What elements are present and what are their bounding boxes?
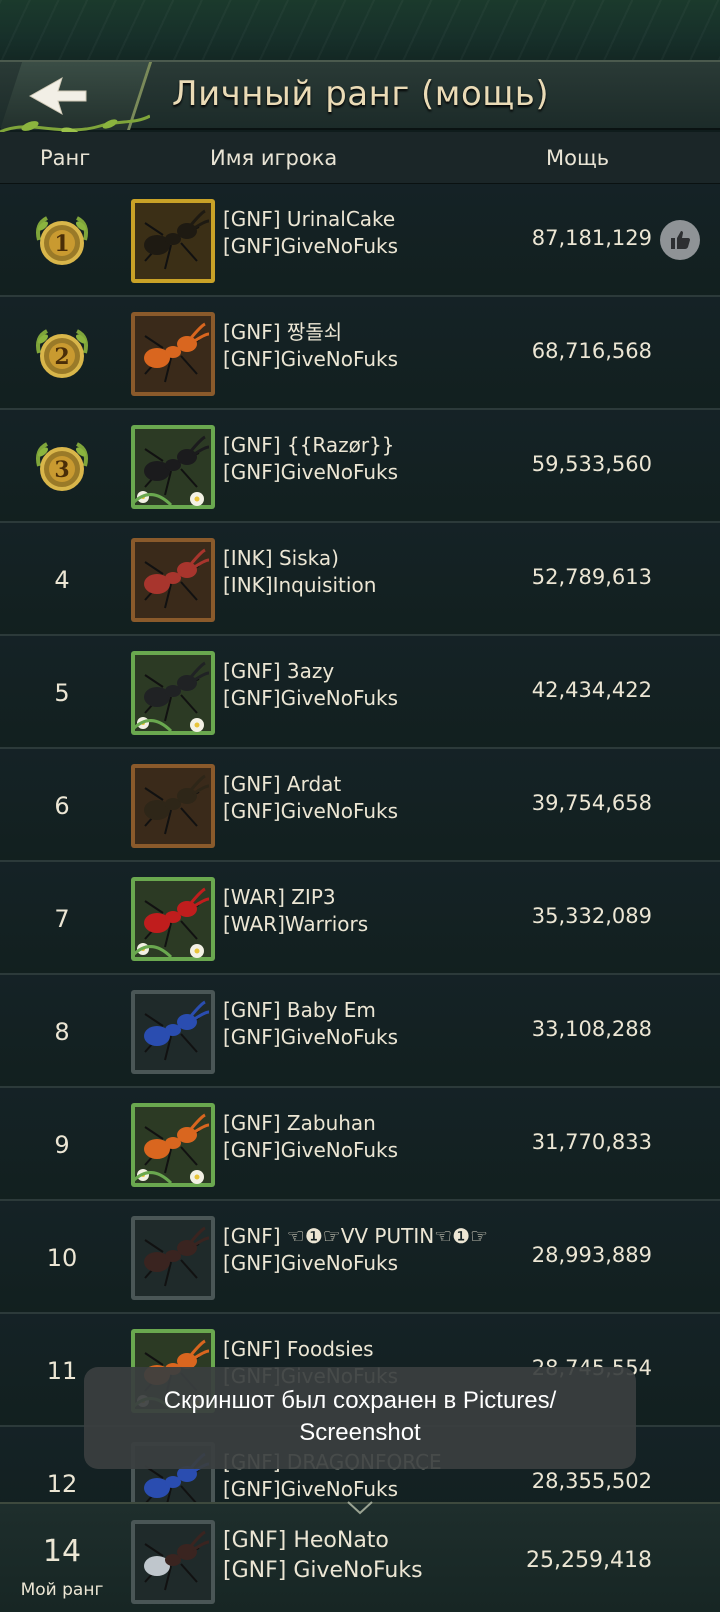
player-avatar[interactable] [131,1216,215,1300]
my-rank-number: 14 [42,1534,82,1569]
svg-text:2: 2 [54,344,69,370]
column-rank: Ранг [40,146,91,170]
player-avatar[interactable] [131,425,215,509]
power-value: 87,181,129 [531,226,652,250]
svg-text:3: 3 [54,457,69,483]
table-row[interactable]: 7 [WAR] ZIP3 [WAR]Warriors 35,332,089 [0,862,720,975]
power-value: 28,993,889 [531,1243,652,1267]
screenshot-toast: Скриншот был сохранен в Pictures/ Screen… [84,1367,636,1469]
alliance-name: [GNF]GiveNoFuks [223,347,399,371]
player-avatar[interactable] [131,538,215,622]
alliance-name: [GNF]GiveNoFuks [223,1025,399,1049]
table-row[interactable]: 8 [GNF] Baby Em [GNF]GiveNoFuks 33,108,288 [0,975,720,1088]
page-title: Личный ранг (мощь) [172,74,550,114]
my-power-value: 25,259,418 [526,1548,652,1573]
table-row[interactable]: 6 [GNF] Ardat [GNF]GiveNoFuks 39,754,658 [0,749,720,862]
rank-number: 7 [54,904,70,933]
column-power: Мощь [546,146,610,170]
my-rank-label: Мой ранг [20,1580,104,1600]
rank-number: 9 [54,1130,70,1159]
alliance-name: [WAR]Warriors [223,912,369,936]
player-info: [GNF] 3azy [GNF]GiveNoFuks [223,658,398,712]
chevron-down-icon [347,1501,373,1515]
power-value: 39,754,658 [531,791,652,815]
table-row[interactable]: 2 [GNF] 짱돌쇠 [GNF]GiveNoFuks 68,716,568 [0,297,720,410]
column-player: Имя игрока [210,146,338,170]
player-name: [GNF] ☜❶☞VV PUTIN☜❶☞ [223,1224,488,1248]
rank-medal-icon: 1 [0,184,124,297]
power-value: 59,533,560 [531,452,652,476]
table-row[interactable]: 3 [GNF] {{Razør}} [GNF]GiveNoFuks 59,533,56… [0,410,720,523]
alliance-name: [INK]Inquisition [223,573,377,597]
player-name: [GNF] UrinalCake [223,207,396,231]
my-player-info: [GNF] HeoNato [GNF] GiveNoFuks [223,1526,423,1586]
alliance-name: [GNF]GiveNoFuks [223,1477,399,1501]
rank-number: 10 [46,1243,78,1272]
alliance-name: [GNF]GiveNoFuks [223,460,399,484]
power-value: 31,770,833 [531,1130,652,1154]
player-name: [GNF] 짱돌쇠 [223,320,343,344]
player-info: [GNF] ☜❶☞VV PUTIN☜❶☞ [GNF]GiveNoFuks [223,1223,488,1277]
thumbs-up-icon[interactable] [660,220,700,260]
rank-medal-icon: 2 [0,297,124,410]
player-info: [GNF] UrinalCake [GNF]GiveNoFuks [223,206,398,260]
svg-text:1: 1 [54,231,69,257]
power-value: 33,108,288 [531,1017,652,1041]
player-info: [GNF] Baby Em [GNF]GiveNoFuks [223,997,398,1051]
ranking-list[interactable]: 1 [GNF] UrinalCake [GNF]GiveNoFuks 87,181,1… [0,184,720,1540]
player-info: [WAR] ZIP3 [WAR]Warriors [223,884,368,938]
toast-line-2: Screenshot [299,1419,421,1446]
player-info: [GNF] Zabuhan [GNF]GiveNoFuks [223,1110,398,1164]
power-value: 52,789,613 [531,565,652,589]
player-info: [GNF] {{Razør}} [GNF]GiveNoFuks [223,432,398,486]
player-name: [GNF] Ardat [223,772,342,796]
power-value: 68,716,568 [531,339,652,363]
my-player-name: [GNF] HeoNato [223,1528,389,1553]
rank-number: 6 [54,791,70,820]
rank-number: 5 [54,678,70,707]
power-value: 42,434,422 [531,678,652,702]
player-name: [GNF] Foodsies [223,1337,374,1361]
table-row[interactable]: 9 [GNF] Zabuhan [GNF]GiveNoFuks 31,770,833 [0,1088,720,1201]
player-avatar[interactable] [131,1103,215,1187]
player-avatar[interactable] [131,877,215,961]
player-name: [WAR] ZIP3 [223,885,336,909]
alliance-name: [GNF]GiveNoFuks [223,1251,399,1275]
player-info: [GNF] 짱돌쇠 [GNF]GiveNoFuks [223,319,398,373]
my-alliance-name: [GNF] GiveNoFuks [223,1558,423,1583]
player-name: [GNF] 3azy [223,659,335,683]
my-avatar[interactable] [131,1520,215,1604]
alliance-name: [GNF]GiveNoFuks [223,1138,399,1162]
player-info: [GNF] Ardat [GNF]GiveNoFuks [223,771,398,825]
header-bar: Личный ранг (мощь) [0,60,720,137]
power-value: 35,332,089 [531,904,652,928]
player-avatar[interactable] [131,312,215,396]
table-row[interactable]: 1 [GNF] UrinalCake [GNF]GiveNoFuks 87,181,1… [0,184,720,297]
player-name: [GNF] Baby Em [223,998,376,1022]
alliance-name: [GNF]GiveNoFuks [223,234,399,258]
player-name: [GNF] {{Razør}} [223,433,395,457]
player-name: [INK] Siska) [223,546,339,570]
table-row[interactable]: 5 [GNF] 3azy [GNF]GiveNoFuks 42,434,422 [0,636,720,749]
column-header-row: Ранг Имя игрока Мощь [0,132,720,184]
power-value: 28,355,502 [531,1469,652,1493]
player-info: [INK] Siska) [INK]Inquisition [223,545,376,599]
my-rank-bar[interactable]: 14 Мой ранг [GNF] HeoNato [GNF] GiveNoFu… [0,1501,720,1612]
table-row[interactable]: 4 [INK] Siska) [INK]Inquisition 52,789,613 [0,523,720,636]
player-avatar[interactable] [131,990,215,1074]
table-row[interactable]: 10 [GNF] ☜❶☞VV PUTIN☜❶☞ [GNF]GiveNoFuks 28,… [0,1201,720,1314]
rank-number: 8 [54,1017,70,1046]
alliance-name: [GNF]GiveNoFuks [223,686,399,710]
toast-line-1: Скриншот был сохранен в Pictures/ [163,1387,557,1414]
player-avatar[interactable] [131,651,215,735]
player-avatar[interactable] [131,199,215,283]
player-avatar[interactable] [131,764,215,848]
top-background [0,0,720,62]
alliance-name: [GNF]GiveNoFuks [223,799,399,823]
rank-number: 4 [54,565,70,594]
rank-medal-icon: 3 [0,410,124,523]
player-name: [GNF] Zabuhan [223,1111,376,1135]
